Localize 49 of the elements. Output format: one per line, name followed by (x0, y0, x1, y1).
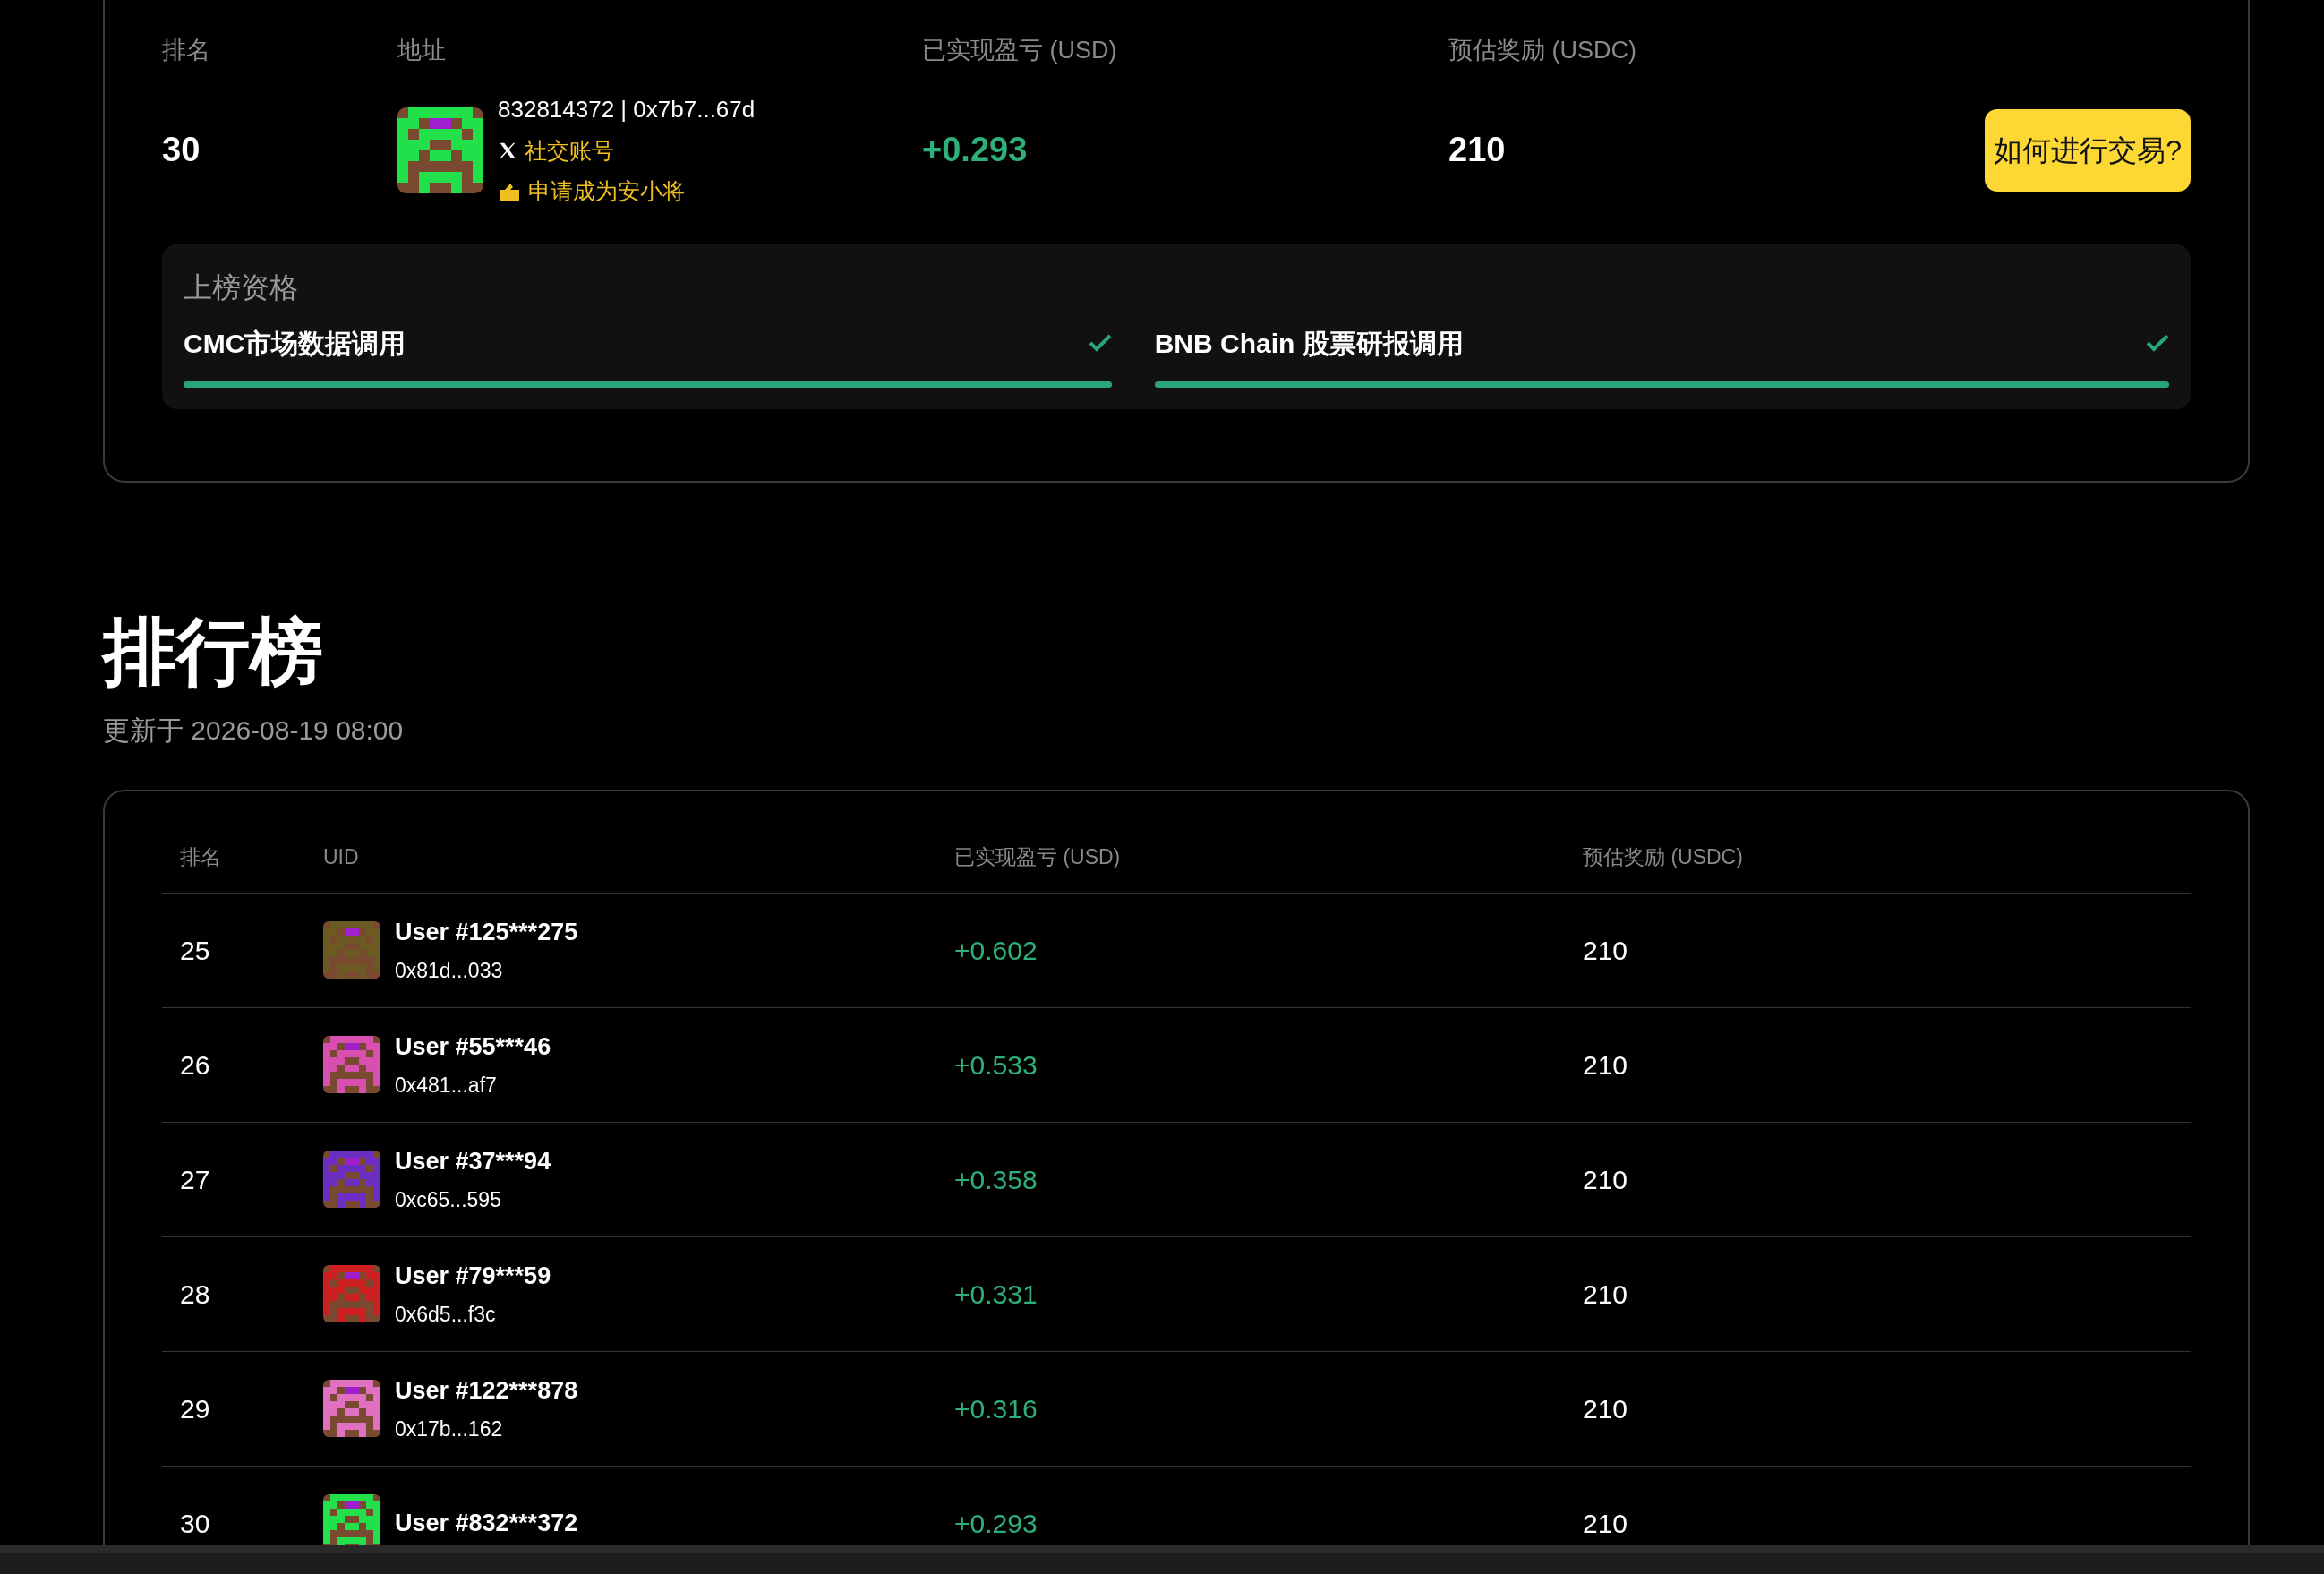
pnl-cell-text: +0.316 (954, 1392, 1038, 1425)
page-title: 排行榜 (103, 614, 324, 689)
rank-cell-text: 26 (180, 1048, 211, 1082)
section-title: 上榜资格 (184, 269, 299, 305)
wallet-address: 832814372 | 0x7b7...67d (498, 94, 756, 124)
reward-cell-text: 210 (1583, 1507, 1629, 1540)
pnl-value: +0.293 (922, 130, 1029, 170)
reward-cell-text: 210 (1583, 1048, 1629, 1082)
user-name: User #37***94 (395, 1146, 551, 1176)
apply-link[interactable]: 申请成为安小将 (498, 175, 756, 209)
wallet-address: 0x481...af7 (395, 1073, 498, 1099)
rank-cell-text: 29 (180, 1392, 211, 1425)
rank-cell-text: 27 (180, 1163, 211, 1196)
pnl-cell-text: +0.602 (954, 934, 1038, 967)
user-name: User #832***372 (395, 1508, 578, 1538)
user-name: User #122***878 (395, 1375, 578, 1406)
wallet-address: 0x17b...162 (395, 1416, 504, 1442)
reward-cell-text: 210 (1583, 934, 1629, 967)
column-header: 地址 (397, 36, 447, 65)
column-header: 已实现盈亏 (USD) (922, 36, 1118, 65)
user-name: User #79***59 (395, 1261, 551, 1291)
requirement-label: CMC市场数据调用 (184, 327, 406, 360)
reward-cell-text: 210 (1583, 1163, 1629, 1196)
pnl-cell-text: +0.331 (954, 1278, 1038, 1311)
wallet-address: 0xc65...595 (395, 1187, 502, 1213)
update-time: 更新于 2026-08-19 08:00 (103, 714, 405, 747)
column-header: UID (323, 843, 360, 870)
pnl-cell-text: +0.358 (954, 1163, 1038, 1196)
column-header: 排名 (162, 36, 211, 65)
pnl-cell-text: +0.293 (954, 1507, 1038, 1540)
user-name: User #55***46 (395, 1031, 551, 1062)
help-button[interactable]: 如何进行交易? (1985, 108, 2191, 192)
rank-value: 30 (162, 130, 201, 170)
column-header: 排名 (180, 843, 222, 870)
wallet-address: 0x81d...033 (395, 958, 504, 984)
pnl-cell-text: +0.533 (954, 1048, 1038, 1082)
column-header: 预估奖励 (USDC) (1448, 36, 1637, 65)
user-name: User #125***275 (395, 917, 578, 947)
column-header: 已实现盈亏 (USD) (954, 843, 1122, 870)
rank-cell-text: 30 (180, 1507, 211, 1540)
rank-cell-text: 28 (180, 1278, 211, 1311)
wallet-address: 0x6d5...f3c (395, 1302, 497, 1328)
requirement-label: BNB Chain 股票研报调用 (1154, 327, 1464, 360)
reward-cell-text: 210 (1583, 1392, 1629, 1425)
reward-value: 210 (1448, 130, 1507, 170)
column-header: 预估奖励 (USDC) (1583, 843, 1744, 870)
rank-cell-text: 25 (180, 934, 211, 967)
reward-cell-text: 210 (1583, 1278, 1629, 1311)
social-link[interactable]: 社交账号 (498, 133, 756, 167)
